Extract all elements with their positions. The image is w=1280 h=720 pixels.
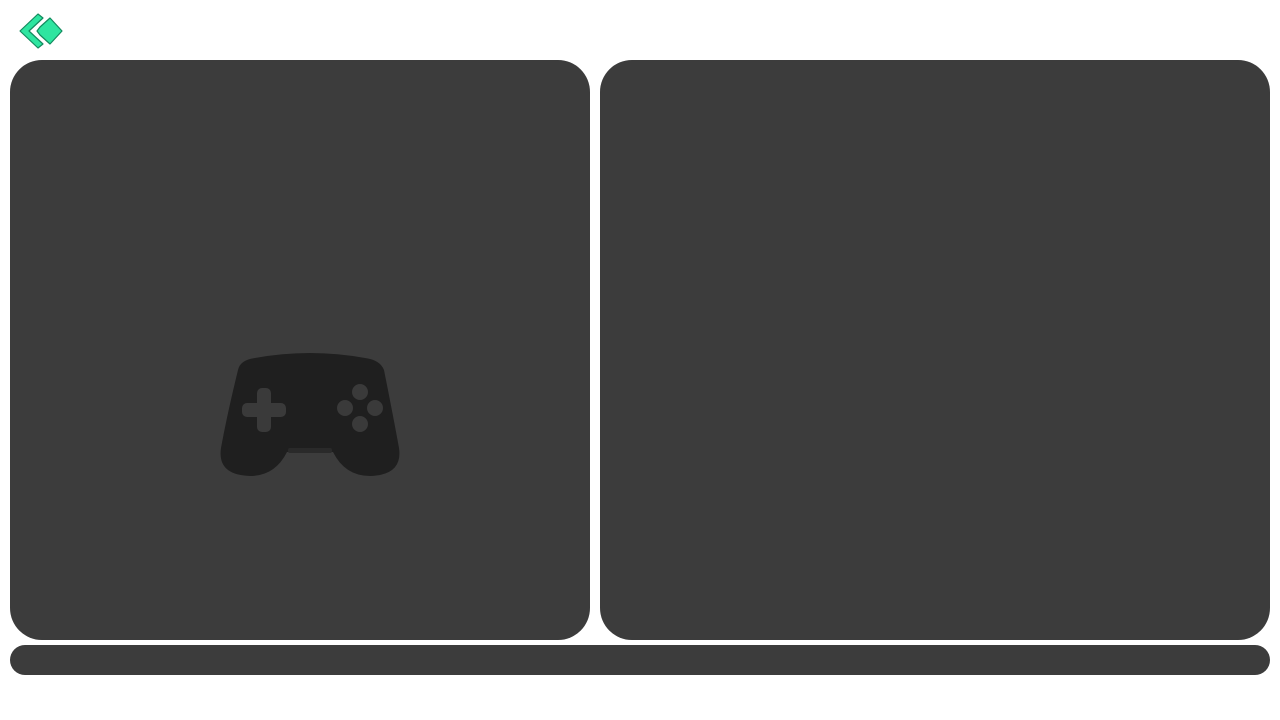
- back-button[interactable]: [14, 12, 64, 50]
- gamepad-icon: [200, 340, 420, 490]
- bottom-bar: [10, 645, 1270, 675]
- game-details-panel: [600, 60, 1270, 640]
- top-bar: [0, 0, 1280, 60]
- double-chevron-left-icon: [19, 13, 63, 49]
- game-preview-panel: [10, 60, 590, 640]
